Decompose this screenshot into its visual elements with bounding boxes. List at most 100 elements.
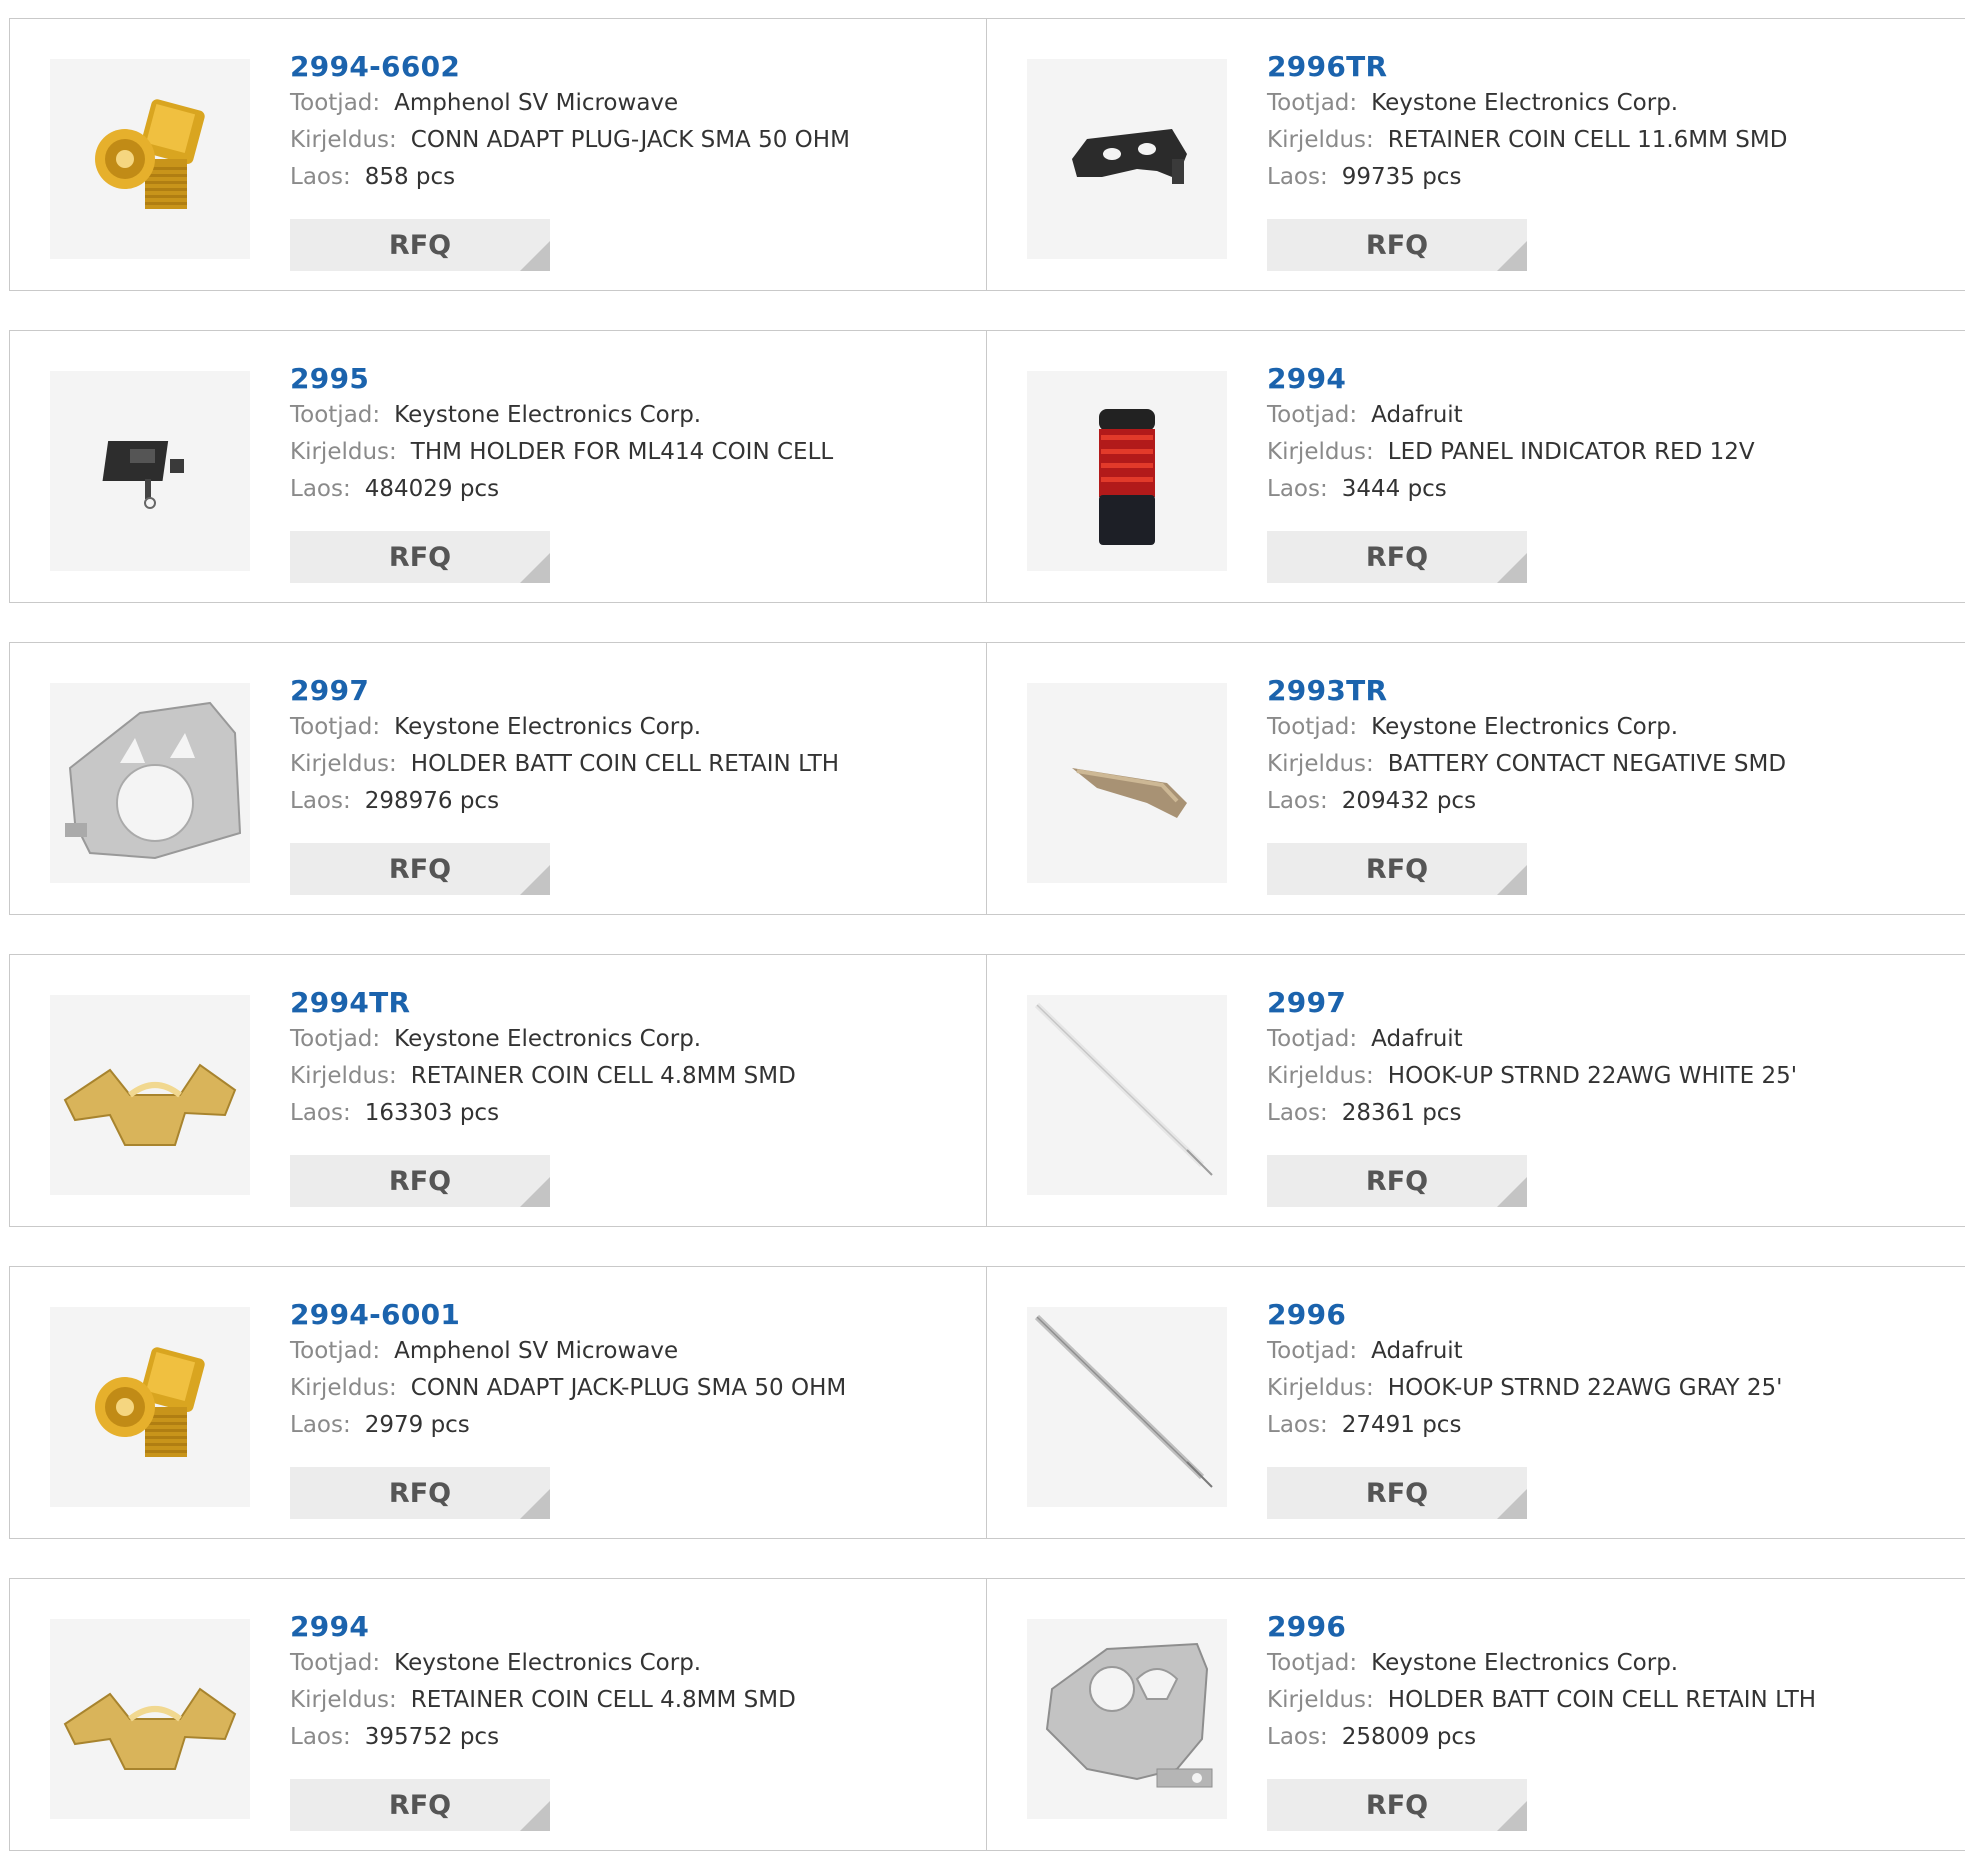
wire-gray-icon — [1034, 1314, 1213, 1488]
rfq-button[interactable]: RFQ — [1267, 1779, 1527, 1831]
part-number-link[interactable]: 2995 — [290, 361, 369, 397]
stock-value: 99735 pcs — [1341, 164, 1462, 190]
product-row: 2994-6602 Tootjad: Amphenol SV Microwave Ki… — [9, 18, 1965, 291]
description-label: Kirjeldus: — [1267, 751, 1374, 777]
stock-label: Laos: — [290, 476, 351, 502]
product-card: 2994-6602 Tootjad: Amphenol SV Microwave Ki… — [10, 19, 987, 290]
product-image[interactable] — [1027, 1619, 1227, 1819]
product-info: 2994TR Tootjad: Keystone Electronics Corp.… — [290, 985, 976, 1132]
stock-value: 258009 pcs — [1341, 1724, 1477, 1750]
rfq-button[interactable]: RFQ — [290, 531, 550, 583]
corner-triangle-icon — [1497, 1177, 1527, 1207]
part-number-link[interactable]: 2994-6001 — [290, 1297, 460, 1333]
product-card: 2996 Tootjad: Keystone Electronics Corp. Ki… — [987, 1579, 1965, 1850]
sma-adapter-icon — [95, 99, 205, 209]
rfq-label: RFQ — [388, 229, 452, 261]
manufacturer-label: Tootjad: — [1267, 90, 1358, 116]
rfq-button[interactable]: RFQ — [290, 843, 550, 895]
description-label: Kirjeldus: — [1267, 1687, 1374, 1713]
product-grid: 2994-6602 Tootjad: Amphenol SV Microwave Ki… — [0, 0, 1965, 1851]
description-line: Kirjeldus: RETAINER COIN CELL 4.8MM SMD — [290, 1682, 976, 1719]
description-label: Kirjeldus: — [1267, 1063, 1374, 1089]
product-row: 2994-6001 Tootjad: Amphenol SV Microwave Ki… — [9, 1266, 1965, 1539]
corner-triangle-icon — [1497, 1489, 1527, 1519]
description-line: Kirjeldus: HOLDER BATT COIN CELL RETAIN L… — [1267, 1682, 1956, 1719]
part-number-link[interactable]: 2996 — [1267, 1297, 1346, 1333]
product-image[interactable] — [50, 1307, 250, 1507]
rfq-button[interactable]: RFQ — [1267, 1467, 1527, 1519]
description-label: Kirjeldus: — [1267, 1375, 1374, 1401]
description-value: HOOK-UP STRND 22AWG GRAY 25' — [1387, 1375, 1783, 1401]
rfq-button[interactable]: RFQ — [290, 219, 550, 271]
product-row: 2994 Tootjad: Keystone Electronics Corp. Ki… — [9, 1578, 1965, 1851]
product-image[interactable] — [1027, 371, 1227, 571]
rfq-button[interactable]: RFQ — [1267, 531, 1527, 583]
rfq-button[interactable]: RFQ — [290, 1779, 550, 1831]
sma-adapter-icon — [95, 1347, 205, 1457]
small-holder-icon — [102, 441, 184, 509]
part-number-link[interactable]: 2994TR — [290, 985, 410, 1021]
product-card: 2993TR Tootjad: Keystone Electronics Corp.… — [987, 643, 1965, 914]
corner-triangle-icon — [520, 1801, 550, 1831]
part-number-link[interactable]: 2994 — [290, 1609, 369, 1645]
stock-line: Laos: 3444 pcs — [1267, 471, 1956, 508]
stock-value: 395752 pcs — [364, 1724, 500, 1750]
product-image[interactable] — [50, 995, 250, 1195]
product-image[interactable] — [50, 1619, 250, 1819]
stock-label: Laos: — [1267, 1100, 1328, 1126]
manufacturer-value: Amphenol SV Microwave — [394, 90, 679, 116]
stock-line: Laos: 2979 pcs — [290, 1407, 976, 1444]
product-info: 2996 Tootjad: Keystone Electronics Corp. Ki… — [1267, 1609, 1956, 1756]
product-image[interactable] — [50, 683, 250, 883]
product-info: 2995 Tootjad: Keystone Electronics Corp. Ki… — [290, 361, 976, 508]
stock-label: Laos: — [1267, 788, 1328, 814]
manufacturer-line: Tootjad: Keystone Electronics Corp. — [1267, 709, 1956, 746]
stock-line: Laos: 163303 pcs — [290, 1095, 976, 1132]
product-card: 2994TR Tootjad: Keystone Electronics Corp.… — [10, 955, 987, 1226]
rfq-label: RFQ — [1365, 229, 1429, 261]
manufacturer-label: Tootjad: — [1267, 1338, 1358, 1364]
product-image[interactable] — [50, 371, 250, 571]
stock-line: Laos: 28361 pcs — [1267, 1095, 1956, 1132]
manufacturer-label: Tootjad: — [1267, 1026, 1358, 1052]
part-number-link[interactable]: 2997 — [1267, 985, 1346, 1021]
product-info: 2994-6602 Tootjad: Amphenol SV Microwave Ki… — [290, 49, 976, 196]
stock-label: Laos: — [290, 1412, 351, 1438]
product-image[interactable] — [1027, 995, 1227, 1195]
product-card: 2997 Tootjad: Keystone Electronics Corp. Ki… — [10, 643, 987, 914]
corner-triangle-icon — [1497, 553, 1527, 583]
rfq-button[interactable]: RFQ — [1267, 219, 1527, 271]
description-line: Kirjeldus: HOOK-UP STRND 22AWG GRAY 25' — [1267, 1370, 1956, 1407]
rfq-button[interactable]: RFQ — [290, 1467, 550, 1519]
description-label: Kirjeldus: — [290, 751, 397, 777]
manufacturer-value: Keystone Electronics Corp. — [394, 1026, 702, 1052]
stock-line: Laos: 209432 pcs — [1267, 783, 1956, 820]
description-value: THM HOLDER FOR ML414 COIN CELL — [410, 439, 834, 465]
gold-retainer-icon — [63, 1687, 237, 1770]
product-image[interactable] — [1027, 683, 1227, 883]
part-number-link[interactable]: 2994-6602 — [290, 49, 460, 85]
corner-triangle-icon — [1497, 241, 1527, 271]
product-info: 2994-6001 Tootjad: Amphenol SV Microwave Ki… — [290, 1297, 976, 1444]
description-value: BATTERY CONTACT NEGATIVE SMD — [1387, 751, 1787, 777]
manufacturer-label: Tootjad: — [1267, 1650, 1358, 1676]
product-image[interactable] — [1027, 1307, 1227, 1507]
product-image[interactable] — [1027, 59, 1227, 259]
wire-white-icon — [1034, 1002, 1213, 1176]
corner-triangle-icon — [520, 1489, 550, 1519]
stock-label: Laos: — [1267, 1724, 1328, 1750]
part-number-link[interactable]: 2996TR — [1267, 49, 1387, 85]
part-number-link[interactable]: 2994 — [1267, 361, 1346, 397]
part-number-link[interactable]: 2993TR — [1267, 673, 1387, 709]
product-row: 2997 Tootjad: Keystone Electronics Corp. Ki… — [9, 642, 1965, 915]
product-image[interactable] — [50, 59, 250, 259]
rfq-button[interactable]: RFQ — [1267, 843, 1527, 895]
part-number-link[interactable]: 2997 — [290, 673, 369, 709]
product-row: 2995 Tootjad: Keystone Electronics Corp. Ki… — [9, 330, 1965, 603]
manufacturer-line: Tootjad: Keystone Electronics Corp. — [290, 1021, 976, 1058]
manufacturer-label: Tootjad: — [290, 714, 381, 740]
rfq-button[interactable]: RFQ — [290, 1155, 550, 1207]
rfq-button[interactable]: RFQ — [1267, 1155, 1527, 1207]
part-number-link[interactable]: 2996 — [1267, 1609, 1346, 1645]
stock-label: Laos: — [1267, 1412, 1328, 1438]
